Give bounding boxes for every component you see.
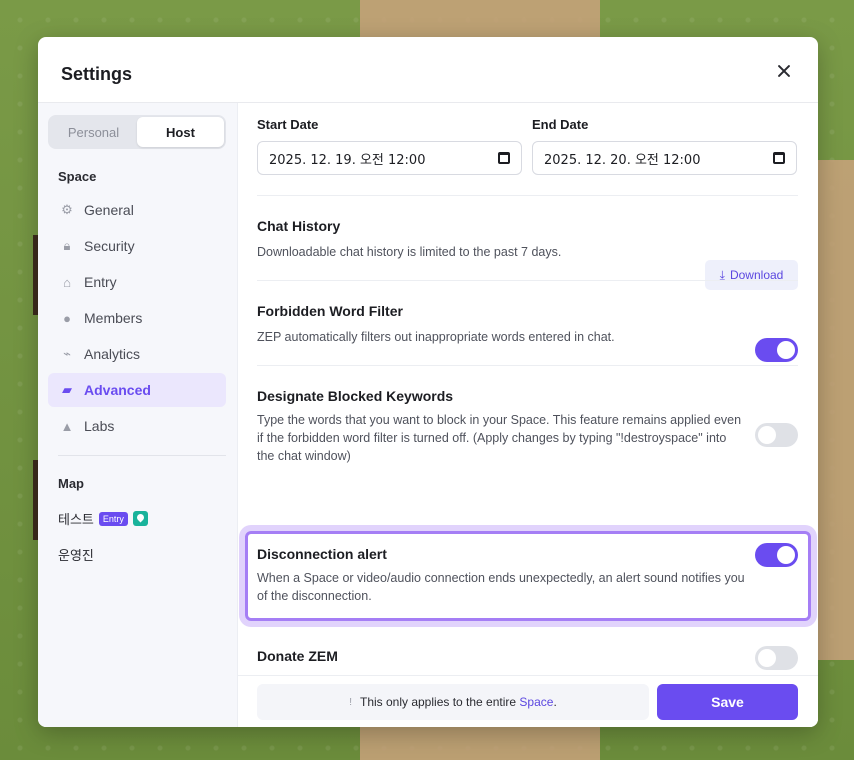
flask-icon: ▲ bbox=[60, 418, 74, 434]
notice-space-link: Space bbox=[519, 695, 554, 709]
notice-suffix: . bbox=[553, 695, 557, 709]
person-icon: ● bbox=[63, 310, 71, 326]
download-button[interactable]: ⤓ Download bbox=[705, 260, 798, 290]
donate-zem-title: Donate ZEM bbox=[257, 648, 338, 664]
toggle-knob bbox=[777, 546, 795, 564]
row-divider bbox=[257, 365, 798, 366]
donate-zem-toggle[interactable] bbox=[755, 646, 798, 670]
scope-notice: ! This only applies to the entire Space. bbox=[257, 684, 649, 720]
sidebar-item-label: General bbox=[84, 202, 134, 218]
role-tabs: Personal Host bbox=[48, 115, 226, 149]
forbidden-filter-desc: ZEP automatically filters out inappropri… bbox=[257, 330, 615, 344]
space-section-label: Space bbox=[58, 169, 97, 184]
row-divider bbox=[257, 280, 798, 281]
sidebar-item-analytics[interactable]: ⌁ Analytics bbox=[48, 337, 226, 371]
notice-text: This only applies to the entire Space. bbox=[360, 695, 557, 709]
disconnection-alert-desc: When a Space or video/audio connection e… bbox=[257, 571, 745, 603]
end-date-value: 2025. 12. 20. 오전 12:00 bbox=[544, 152, 701, 168]
lock-icon: 🔒︎ bbox=[63, 238, 71, 253]
settings-content: Start Date 2025. 12. 19. 오전 12:00 End Da… bbox=[238, 103, 818, 727]
map-name: 운영진 bbox=[58, 548, 94, 563]
dirt-path-right bbox=[815, 160, 854, 660]
sidebar-item-labs[interactable]: ▲ Labs bbox=[48, 409, 226, 443]
sidebar-item-entry[interactable]: ⌂ Entry bbox=[48, 265, 226, 299]
forbidden-filter-toggle[interactable] bbox=[755, 338, 798, 362]
sidebar-item-label: Entry bbox=[84, 274, 117, 290]
sidebar-item-label: Members bbox=[84, 310, 143, 326]
close-icon[interactable] bbox=[772, 59, 796, 83]
map-section-label: Map bbox=[58, 476, 84, 491]
blocked-keywords-toggle[interactable] bbox=[755, 423, 798, 447]
modal-title: Settings bbox=[61, 64, 133, 84]
end-date-label: End Date bbox=[532, 117, 589, 132]
blocked-keywords-title: Designate Blocked Keywords bbox=[257, 388, 454, 404]
home-icon: ⌂ bbox=[63, 274, 71, 290]
save-button[interactable]: Save bbox=[657, 684, 798, 720]
toggle-knob bbox=[758, 649, 776, 667]
sidebar-item-advanced[interactable]: ▰ Advanced bbox=[48, 373, 226, 407]
tab-personal[interactable]: Personal bbox=[50, 117, 137, 147]
toggle-knob bbox=[758, 426, 776, 444]
sidebar-item-label: Security bbox=[84, 238, 135, 254]
entry-badge: Entry bbox=[98, 511, 128, 526]
sidebar-item-label: Analytics bbox=[84, 346, 141, 362]
sidebar-item-label: Labs bbox=[84, 418, 115, 434]
chat-history-desc: Downloadable chat history is limited to … bbox=[257, 245, 562, 259]
sidebar-item-general[interactable]: ⚙ General bbox=[48, 193, 226, 227]
settings-modal: Settings Personal Host Space ⚙ General 🔒… bbox=[38, 37, 818, 727]
disconnection-alert-title: Disconnection alert bbox=[257, 546, 387, 562]
calendar-icon[interactable] bbox=[773, 152, 785, 164]
chat-history-title: Chat History bbox=[257, 218, 341, 234]
settings-sidebar: Personal Host Space ⚙ General 🔒︎ Securit… bbox=[38, 103, 238, 727]
sidebar-item-members[interactable]: ● Members bbox=[48, 301, 226, 335]
notice-prefix: This only applies to the entire bbox=[359, 695, 517, 709]
sidebar-divider bbox=[58, 455, 226, 456]
folder-icon: ▰ bbox=[62, 382, 72, 397]
row-divider bbox=[257, 195, 798, 196]
info-icon: ! bbox=[349, 696, 352, 708]
map-item-staff[interactable]: 운영진 bbox=[58, 545, 94, 564]
disconnection-alert-toggle[interactable] bbox=[755, 543, 798, 567]
gear-icon: ⚙ bbox=[61, 202, 73, 217]
start-date-label: Start Date bbox=[257, 117, 319, 132]
start-date-value: 2025. 12. 19. 오전 12:00 bbox=[269, 152, 426, 168]
map-name: 테스트 bbox=[58, 512, 94, 527]
toggle-knob bbox=[777, 341, 795, 359]
settings-footer: ! This only applies to the entire Space.… bbox=[238, 675, 818, 727]
sidebar-item-label: Advanced bbox=[84, 382, 151, 398]
location-pin-icon bbox=[132, 511, 148, 526]
forbidden-filter-title: Forbidden Word Filter bbox=[257, 303, 403, 319]
tab-host[interactable]: Host bbox=[137, 117, 224, 147]
chart-icon: ⌁ bbox=[63, 346, 71, 361]
map-item-test[interactable]: 테스트 Entry bbox=[58, 509, 148, 528]
blocked-keywords-desc: Type the words that you want to block in… bbox=[257, 413, 742, 463]
modal-header: Settings bbox=[38, 37, 818, 103]
sidebar-item-security[interactable]: 🔒︎ Security bbox=[48, 229, 226, 263]
calendar-icon[interactable] bbox=[498, 152, 510, 164]
end-date-input[interactable]: 2025. 12. 20. 오전 12:00 bbox=[532, 141, 797, 175]
start-date-input[interactable]: 2025. 12. 19. 오전 12:00 bbox=[257, 141, 522, 175]
